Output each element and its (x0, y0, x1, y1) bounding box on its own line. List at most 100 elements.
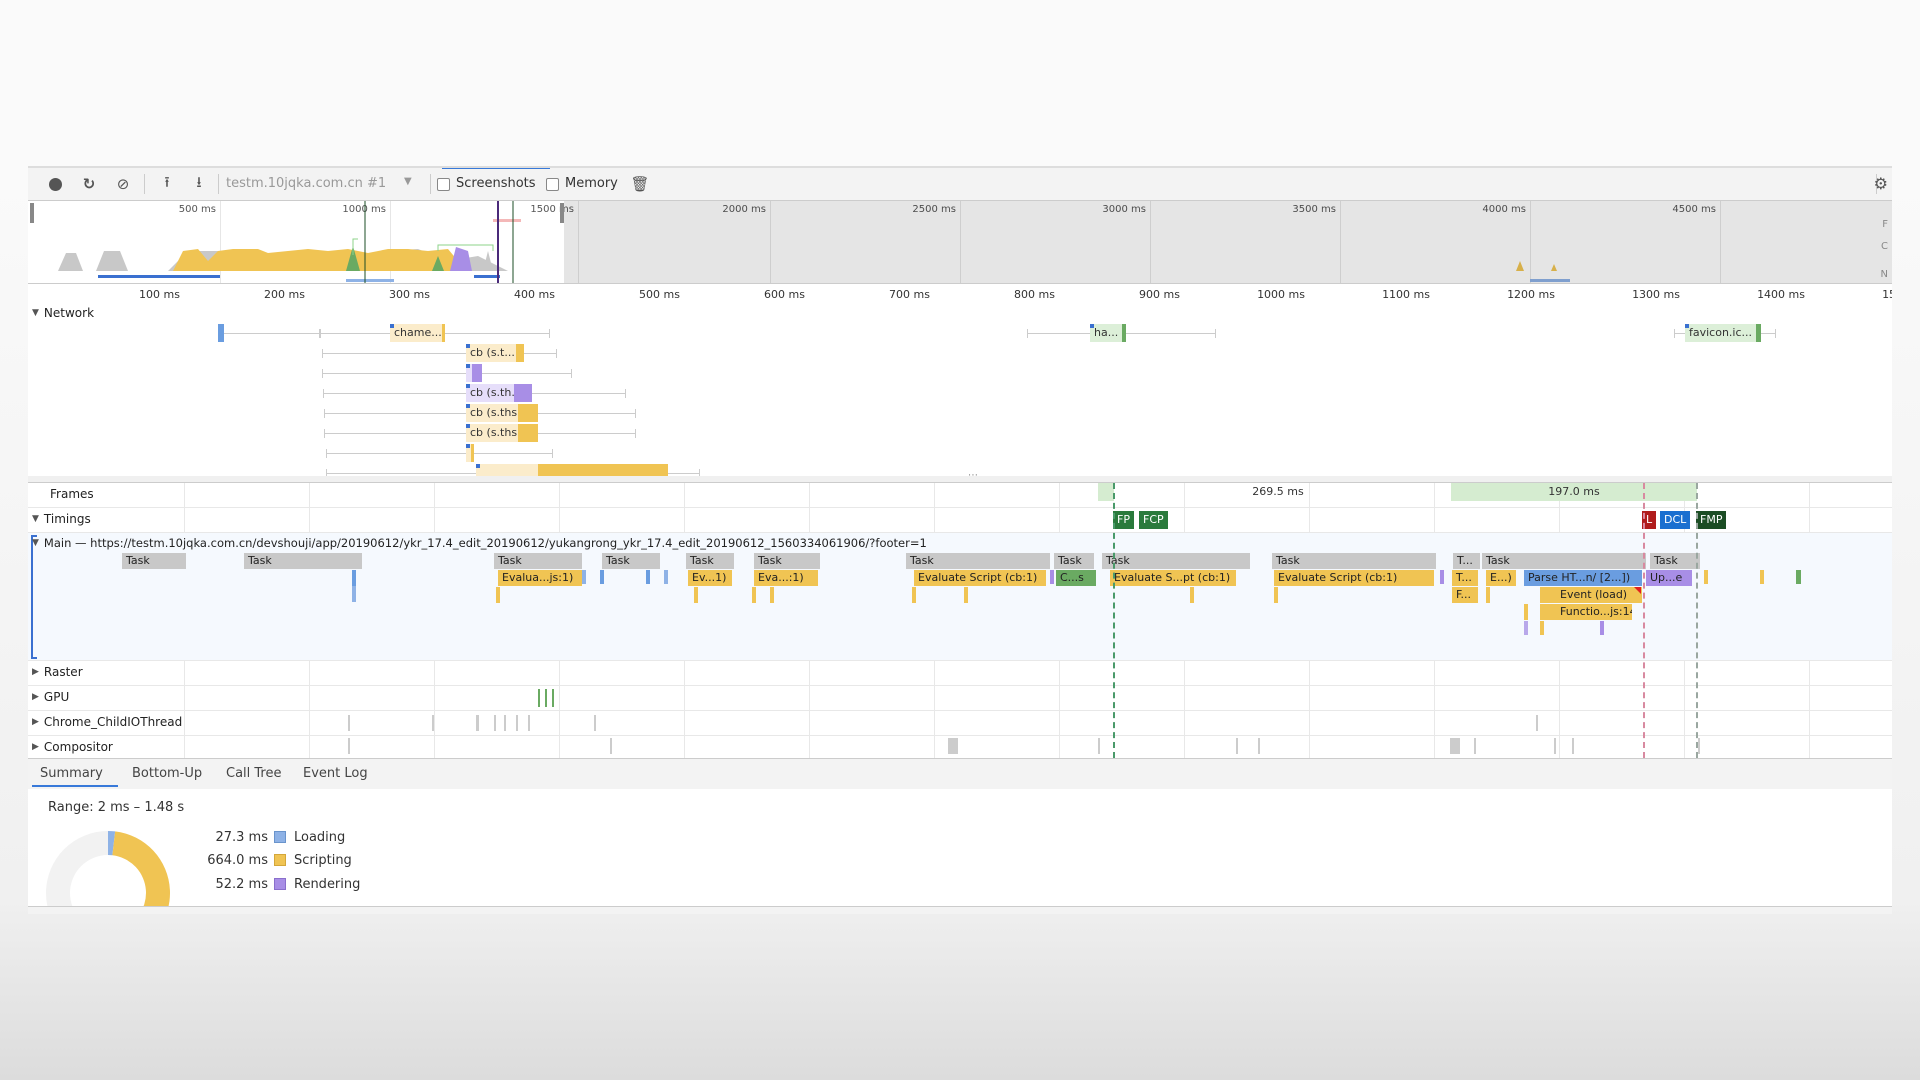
compositor-event[interactable] (1258, 738, 1260, 754)
network-request[interactable]: cb (s.t... (466, 344, 524, 362)
compositor-event[interactable] (610, 738, 612, 754)
network-request[interactable]: ha... (1090, 324, 1126, 342)
tab-summary[interactable]: Summary (40, 766, 103, 781)
flame-sliver[interactable] (1486, 587, 1490, 603)
compositor-event[interactable] (1572, 738, 1574, 754)
raster-track[interactable]: ▶ Raster (28, 661, 1892, 686)
flame-sliver[interactable] (752, 587, 756, 603)
io-event[interactable] (594, 715, 596, 731)
flame-event[interactable]: C...s (1056, 570, 1096, 586)
flame-sliver[interactable] (694, 587, 698, 603)
flame-sliver[interactable] (912, 587, 916, 603)
flame-event[interactable]: Evaluate Script (cb:1) (914, 570, 1046, 586)
flame-event[interactable]: Up...e (1646, 570, 1692, 586)
track-splitter[interactable]: ⋯ (28, 470, 1892, 483)
io-event[interactable] (528, 715, 530, 731)
io-event[interactable] (494, 715, 496, 731)
task-block[interactable]: Task (1650, 553, 1700, 569)
flame-sliver[interactable] (1704, 570, 1708, 584)
network-request[interactable]: favicon.ic... (1685, 324, 1761, 342)
raster-track-header[interactable]: ▶ Raster (32, 665, 83, 679)
gpu-track-header[interactable]: ▶ GPU (32, 690, 69, 704)
frames-track[interactable]: Frames 269.5 ms 197.0 ms (28, 483, 1892, 508)
frame-block[interactable] (1098, 483, 1114, 501)
main-track-header[interactable]: ▼ Main — https://testm.10jqka.com.cn/dev… (32, 536, 927, 550)
gpu-event[interactable] (538, 689, 540, 707)
flame-sliver[interactable] (1050, 570, 1054, 584)
flame-sliver[interactable] (1524, 604, 1528, 620)
tab-call-tree[interactable]: Call Tree (226, 766, 282, 781)
gpu-track[interactable]: ▶ GPU (28, 686, 1892, 711)
flame-sliver[interactable] (770, 587, 774, 603)
flame-event[interactable]: Eva...:1) (754, 570, 818, 586)
task-block[interactable]: Task (754, 553, 820, 569)
compositor-track-header[interactable]: ▶ Compositor (32, 740, 113, 754)
network-request[interactable] (218, 324, 224, 342)
task-block[interactable]: Task (122, 553, 186, 569)
timeline-overview[interactable]: 500 ms 1000 ms 1500 ms 2000 ms 2500 ms 3000 m… (28, 201, 1892, 284)
network-request[interactable] (466, 364, 482, 382)
flame-sliver[interactable] (582, 570, 586, 584)
compositor-event[interactable] (348, 738, 350, 754)
task-block[interactable]: Task (1482, 553, 1646, 569)
flame-sliver[interactable] (1600, 621, 1604, 635)
flame-event[interactable]: Parse HT...n/ [2...]) (1524, 570, 1642, 586)
flame-sliver[interactable] (352, 570, 356, 586)
tab-bottom-up[interactable]: Bottom-Up (132, 766, 202, 781)
io-event[interactable] (348, 715, 350, 731)
task-block[interactable]: Task (1054, 553, 1094, 569)
flame-event[interactable]: Evaluate Script (cb:1) (1274, 570, 1434, 586)
task-block[interactable]: Task (686, 553, 734, 569)
compositor-event[interactable] (1474, 738, 1476, 754)
network-track-header[interactable]: ▼ Network (32, 306, 94, 320)
flame-sliver[interactable] (600, 570, 604, 584)
timing-marker-fp[interactable]: FP (1113, 511, 1134, 529)
settings-button[interactable]: ⚙ (1874, 174, 1888, 193)
gpu-event[interactable] (552, 689, 554, 707)
load-profile-button[interactable]: ⭱ (158, 173, 176, 193)
flame-sliver[interactable] (1190, 587, 1194, 603)
io-event[interactable] (432, 715, 434, 731)
timings-track[interactable]: ▼ Timings FP FCP L DCL FMP (28, 508, 1892, 533)
flame-event[interactable]: Functio...js:14) (1540, 604, 1632, 620)
flame-sliver[interactable] (1524, 621, 1528, 635)
io-thread-track-header[interactable]: ▶ Chrome_ChildIOThread (32, 715, 182, 729)
flame-event[interactable]: E...) (1486, 570, 1516, 586)
task-block[interactable]: Task (244, 553, 362, 569)
network-request[interactable] (466, 444, 474, 462)
overview-right-handle[interactable] (560, 203, 564, 223)
flame-sliver[interactable] (1796, 570, 1801, 584)
network-track[interactable]: ▼ Network chame... cb (s.t... cb (s.th... c… (28, 304, 1892, 482)
flame-sliver[interactable] (496, 587, 500, 603)
compositor-track[interactable]: ▶ Compositor (28, 736, 1892, 759)
io-thread-track[interactable]: ▶ Chrome_ChildIOThread (28, 711, 1892, 736)
reload-record-button[interactable]: ↻ (80, 175, 98, 193)
frame-duration[interactable]: 197.0 ms (1451, 483, 1697, 501)
timings-track-header[interactable]: ▼ Timings (32, 512, 91, 526)
flame-sliver[interactable] (1440, 570, 1444, 584)
compositor-event[interactable] (1236, 738, 1238, 754)
flame-sliver[interactable] (646, 570, 650, 584)
compositor-event[interactable] (1698, 738, 1700, 754)
tab-event-log[interactable]: Event Log (303, 766, 368, 781)
overview-left-handle[interactable] (30, 203, 34, 223)
network-request[interactable]: cb (s.thsi... (466, 424, 538, 442)
memory-checkbox[interactable] (546, 178, 559, 191)
io-event[interactable] (1536, 715, 1538, 731)
gpu-event[interactable] (545, 689, 547, 707)
io-event[interactable] (504, 715, 506, 731)
compositor-event[interactable] (1098, 738, 1100, 754)
timing-marker-fcp[interactable]: FCP (1139, 511, 1168, 529)
task-block[interactable]: Task (494, 553, 582, 569)
clear-button[interactable]: ⊘ (114, 175, 132, 193)
network-request[interactable]: cb (s.th... (466, 384, 532, 402)
task-block[interactable]: Task (906, 553, 1050, 569)
flame-sliver[interactable] (352, 586, 356, 602)
flame-sliver[interactable] (664, 570, 668, 584)
screenshots-checkbox[interactable] (437, 178, 450, 191)
task-block[interactable]: Task (1272, 553, 1436, 569)
task-block[interactable]: Task (1102, 553, 1250, 569)
network-request[interactable]: chame... (390, 324, 445, 342)
main-thread-track[interactable]: ▼ Main — https://testm.10jqka.com.cn/dev… (28, 533, 1892, 661)
network-request[interactable]: cb (s.thsi... (466, 404, 538, 422)
